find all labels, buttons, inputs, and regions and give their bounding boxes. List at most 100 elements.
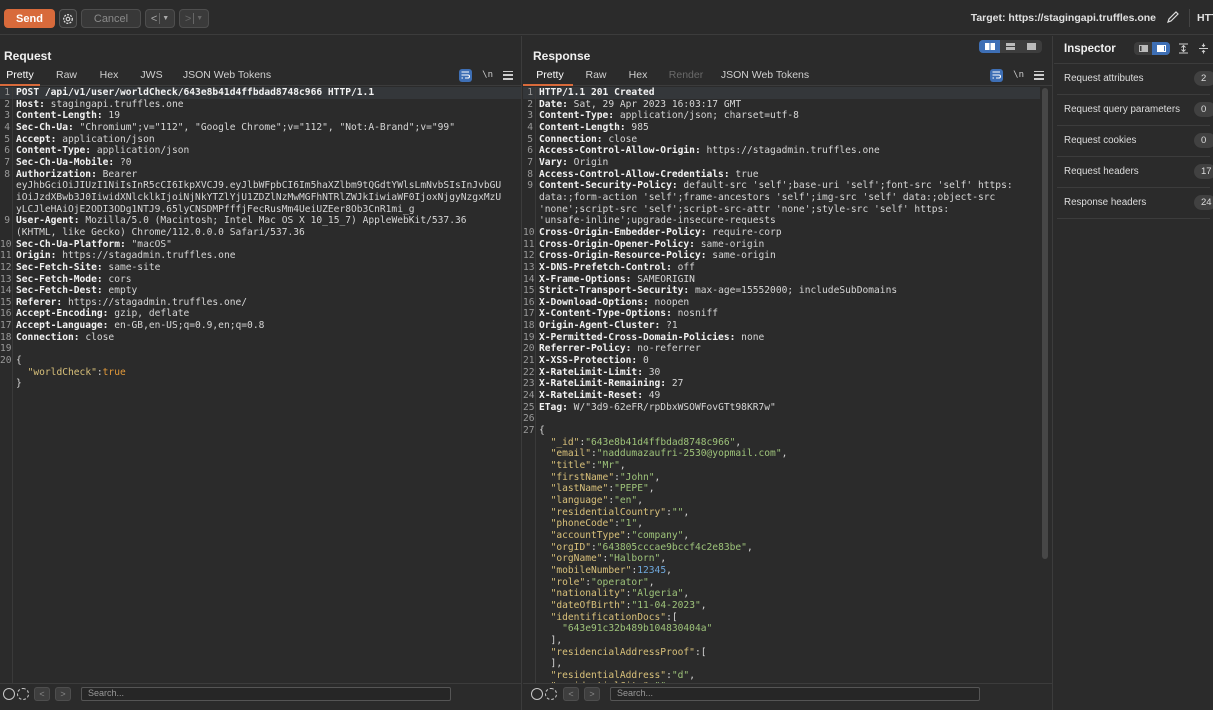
collapse-all-icon[interactable] (1198, 43, 1209, 57)
line-number: 7 (4, 156, 10, 168)
code-line: 15 Referer: https://stagadmin.truffles.on… (0, 297, 521, 309)
line-content: ], (539, 635, 1040, 647)
header-value: ?1 (660, 320, 678, 332)
header-name: Vary: (539, 156, 568, 168)
line-number (523, 460, 533, 472)
request-search-input[interactable]: Search... (81, 687, 451, 701)
line-content: Access-Control-Allow-Origin: https://sta… (539, 145, 1040, 157)
json-key: "residentialCountry" (550, 506, 667, 518)
line-number (523, 437, 533, 449)
show-newlines-toggle[interactable]: \n (1013, 70, 1024, 80)
response-editor-tools: \n (990, 67, 1044, 83)
request-tab-raw[interactable]: Raw (40, 67, 93, 86)
settings-button[interactable] (59, 9, 77, 28)
line-content: Connection: close (539, 134, 1040, 146)
expand-all-icon[interactable] (1178, 43, 1189, 57)
response-scrollbar[interactable] (1042, 88, 1048, 559)
search-settings-icon[interactable] (545, 688, 557, 700)
code-line: 17 X-Content-Type-Options: nosniff (523, 308, 1040, 320)
code-line: 18 Origin-Agent-Cluster: ?1 (523, 320, 1040, 332)
header-name: Sec-Ch-Ua: (16, 121, 74, 133)
inspector-layout-right-button[interactable] (1152, 42, 1170, 55)
inspector-section-response-headers[interactable]: Response headers 24 (1057, 188, 1213, 219)
header-value: ?0 (114, 156, 132, 168)
json-key: "worldCheck" (27, 366, 97, 378)
line-number: 1 (4, 87, 10, 98)
search-prev-button[interactable]: < (563, 687, 579, 701)
search-settings-icon[interactable] (17, 688, 29, 700)
line-content: Sec-Ch-Ua: "Chromium";v="112", "Google C… (16, 122, 521, 134)
line-content: Cross-Origin-Opener-Policy: same-origin (539, 239, 1040, 251)
request-tab-hex[interactable]: Hex (93, 67, 125, 86)
line-content: Accept: application/json (16, 134, 521, 146)
request-tab-jwt[interactable]: JSON Web Tokens (178, 67, 276, 86)
json-value: "d" (671, 669, 690, 681)
word-wrap-toggle[interactable] (459, 68, 473, 82)
search-next-button[interactable]: > (55, 687, 71, 701)
inspector-section-request-headers[interactable]: Request headers 17 (1057, 157, 1213, 188)
request-editor[interactable]: 1 POST /api/v1/user/worldCheck/643e8b41d4… (0, 87, 521, 683)
layout-single-button[interactable] (1021, 40, 1042, 53)
header-value: empty (102, 285, 138, 297)
header-value: SAMEORIGIN (631, 273, 695, 285)
response-tab-hex[interactable]: Hex (619, 67, 657, 86)
word-wrap-toggle[interactable] (990, 68, 1004, 82)
response-tab-render[interactable]: Render (657, 67, 715, 86)
header-value: true (729, 168, 759, 180)
header-name: Host: (16, 98, 45, 110)
response-tab-pretty[interactable]: Pretty (523, 67, 573, 86)
dropdown-arrow-icon: ▼ (162, 15, 170, 22)
code-line: "lastName":"PEPE", (523, 483, 1040, 495)
response-editor[interactable]: 1 HTTP/1.1 201 Created 2 Date: Sat, 29 Apr … (523, 87, 1040, 683)
response-tab-raw[interactable]: Raw (573, 67, 619, 86)
json-comma: , (689, 669, 695, 681)
http-version-label[interactable]: HTTP/1 (1197, 12, 1213, 24)
header-value-continuation: yLCJleHAiOjE2ODI3ODg1NTJ9.65lyCNSDMPfffj… (16, 203, 415, 215)
layout-side-by-side-button[interactable] (979, 40, 1000, 53)
line-number: 5 (527, 133, 533, 145)
inspector-layout-left-button[interactable] (1134, 42, 1152, 55)
layout-stacked-button[interactable] (1000, 40, 1021, 53)
request-tab-jws[interactable]: JWS (125, 67, 178, 86)
history-back-button[interactable]: < ▼ (145, 9, 175, 28)
header-name: ETag: (539, 401, 568, 413)
history-forward-button[interactable]: > ▼ (179, 9, 209, 28)
section-label: Request cookies (1064, 135, 1137, 146)
editor-menu-icon[interactable] (1034, 70, 1044, 80)
code-line: 7 Vary: Origin (523, 157, 1040, 169)
inspector-section-request-attributes[interactable]: Request attributes 2 (1057, 64, 1213, 95)
line-number (523, 192, 533, 204)
send-button[interactable]: Send (4, 9, 55, 28)
request-tab-pretty[interactable]: Pretty (0, 67, 40, 86)
header-value: Bearer (96, 168, 138, 180)
help-icon[interactable] (531, 688, 543, 700)
help-icon[interactable] (3, 688, 15, 700)
search-prev-button[interactable]: < (34, 687, 50, 701)
header-value: stagingapi.truffles.one (44, 98, 184, 110)
code-line: 10 Sec-Ch-Ua-Platform: "macOS" (0, 239, 521, 251)
count-badge: 0 (1194, 102, 1213, 117)
cancel-button[interactable]: Cancel (81, 9, 141, 28)
code-line: 19 (0, 343, 521, 355)
search-next-button[interactable]: > (584, 687, 600, 701)
response-tabs: Pretty Raw Hex Render JSON Web Tokens (523, 67, 1052, 86)
json-value: "643805cccae9bccf4c2e83be" (596, 541, 747, 553)
line-number (523, 483, 533, 495)
line-content: "residencialAddressProof":[ (539, 647, 1040, 659)
editor-menu-icon[interactable] (503, 70, 513, 80)
line-content: } (16, 378, 521, 390)
edit-target-button[interactable] (1166, 10, 1180, 24)
inspector-section-request-query-parameters[interactable]: Request query parameters 0 (1057, 95, 1213, 126)
line-content: Sec-Fetch-Mode: cors (16, 274, 521, 286)
line-content: X-Content-Type-Options: nosniff (539, 308, 1040, 320)
header-value: https://stagadmin.truffles.one/ (62, 296, 248, 308)
response-tab-jwt[interactable]: JSON Web Tokens (715, 67, 815, 86)
response-search-input[interactable]: Search... (610, 687, 980, 701)
json-comma: , (648, 483, 655, 495)
code-line: 2 Date: Sat, 29 Apr 2023 16:03:17 GMT (523, 99, 1040, 111)
line-number: 19 (523, 331, 535, 343)
inspector-section-request-cookies[interactable]: Request cookies 0 (1057, 126, 1213, 157)
show-newlines-toggle[interactable]: \n (482, 70, 493, 80)
line-content: 'unsafe-inline';upgrade-insecure-request… (539, 215, 1040, 227)
columns-icon (984, 43, 995, 50)
